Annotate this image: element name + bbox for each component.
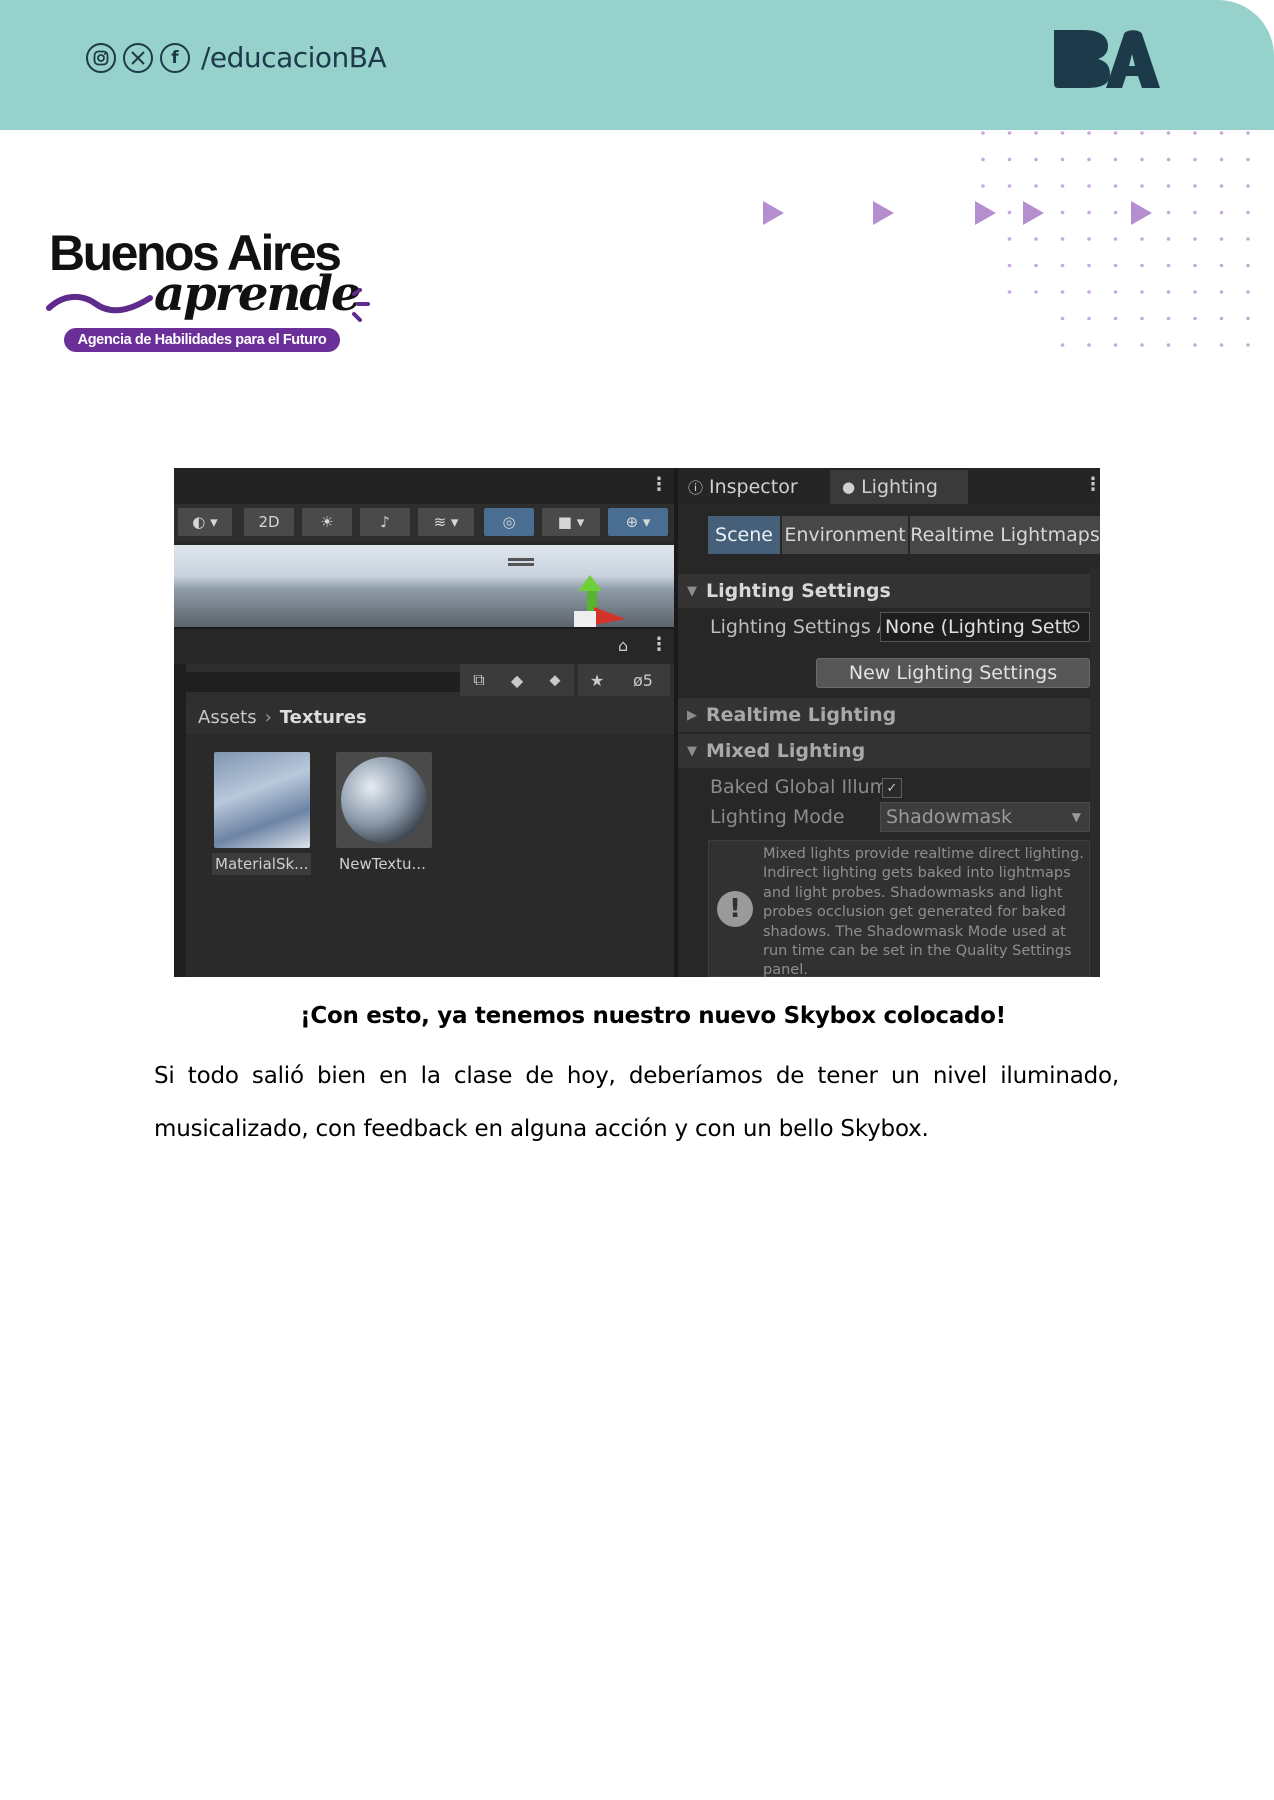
- lock-icon[interactable]: ⌂: [618, 636, 628, 655]
- scene-tab-bar: [174, 468, 674, 504]
- hidden-packages-icon[interactable]: ø5: [616, 664, 670, 696]
- x-twitter-icon[interactable]: [123, 42, 153, 73]
- inspector-scrollbar[interactable]: [1090, 568, 1100, 977]
- favorite-star-icon[interactable]: ★: [578, 664, 616, 696]
- lighting-mode-label: Lighting Mode: [710, 806, 845, 828]
- expand-triangle-icon: ▼: [687, 583, 697, 599]
- project-search-input[interactable]: [182, 672, 462, 692]
- section-lighting-settings[interactable]: ▼ Lighting Settings: [678, 574, 1090, 608]
- chevron-down-icon: ▼: [1071, 810, 1081, 824]
- lighting-settings-asset-field[interactable]: None (Lighting Sett: [880, 612, 1090, 642]
- breadcrumb-assets[interactable]: Assets: [198, 707, 257, 728]
- chevron-right-icon: ›: [264, 706, 272, 728]
- header-band: f /educacionBA: [0, 0, 1274, 130]
- decorative-triangle: [1131, 201, 1152, 225]
- expand-triangle-icon: ▼: [687, 743, 697, 759]
- lighting-settings-asset-value: None (Lighting Sett: [885, 616, 1070, 638]
- mode-2d-button[interactable]: 2D: [244, 508, 294, 536]
- scene-visibility-icon[interactable]: ◎: [484, 508, 534, 536]
- lighting-toggle-icon[interactable]: ☀: [302, 508, 352, 536]
- brand-tagline: Agencia de Habilidades para el Futuro: [64, 328, 340, 352]
- project-options-icon[interactable]: ⋮: [650, 634, 668, 655]
- buenos-aires-aprende-logo: Buenos Aires aprende Agencia de Habilida…: [46, 228, 391, 356]
- filter-type-icon[interactable]: ◆: [498, 664, 536, 696]
- info-icon: ⓘ: [688, 478, 704, 497]
- segment-environment[interactable]: Environment: [782, 516, 908, 554]
- more-options-icon[interactable]: ⋮: [650, 474, 668, 495]
- object-picker-icon[interactable]: ⊙: [1066, 616, 1081, 637]
- hidden-count: 5: [642, 670, 653, 690]
- tab-inspector-label: Inspector: [709, 476, 798, 498]
- social-links: f /educacionBA: [86, 41, 387, 74]
- lighting-mode-value: Shadowmask: [886, 806, 1013, 828]
- lightbulb-icon: ●: [842, 478, 856, 496]
- segment-realtime-lightmaps[interactable]: Realtime Lightmaps: [910, 516, 1100, 554]
- camera-dropdown-icon[interactable]: ■ ▾: [542, 508, 600, 536]
- tab-lighting[interactable]: ● Lighting: [830, 470, 968, 504]
- lighting-settings-asset-label: Lighting Settings A: [710, 616, 890, 638]
- brand-subtitle: aprende: [154, 266, 361, 322]
- closing-paragraph: Si todo salió bien en la clase de hoy, d…: [154, 1063, 1119, 1142]
- brand-rays-decoration: [352, 288, 370, 322]
- scene-toolbar: ◐ ▾ 2D ☀ ♪ ≋ ▾ ◎ ■ ▾ ⊕ ▾: [174, 504, 674, 542]
- social-handle[interactable]: /educacionBA: [201, 41, 387, 74]
- brand-swoosh-decoration: [46, 294, 153, 314]
- segment-scene[interactable]: Scene: [708, 516, 780, 554]
- filter-label-icon[interactable]: ⬥: [536, 664, 574, 696]
- lighting-options-icon[interactable]: ⋮: [1084, 474, 1100, 495]
- scene-viewport[interactable]: [174, 545, 674, 627]
- asset-name[interactable]: NewTextu...: [336, 853, 429, 875]
- tab-inspector[interactable]: ⓘ Inspector: [688, 470, 823, 504]
- asset-thumbnail-texture[interactable]: [336, 752, 432, 848]
- help-box: ! Mixed lights provide realtime direct l…: [708, 840, 1090, 977]
- ba-logo: [1054, 30, 1160, 88]
- inspector-tab-bar: ⓘ Inspector ● Lighting ⋮: [678, 468, 1100, 504]
- decorative-triangle: [873, 201, 894, 225]
- section-realtime-lighting[interactable]: ▶ Realtime Lighting: [678, 698, 1090, 732]
- decorative-triangle: [763, 201, 784, 225]
- warning-icon: !: [717, 891, 753, 927]
- tab-lighting-label: Lighting: [861, 476, 938, 498]
- asset-thumbnail-skybox-material[interactable]: [214, 752, 310, 848]
- asset-name[interactable]: MaterialSk...: [212, 853, 312, 875]
- decorative-triangle: [1023, 201, 1044, 225]
- lighting-mode-select[interactable]: Shadowmask ▼: [880, 802, 1090, 832]
- breadcrumb: Assets › Textures: [186, 700, 674, 734]
- add-to-favorites-icon[interactable]: ⧉: [460, 664, 498, 696]
- new-lighting-settings-button[interactable]: New Lighting Settings: [816, 658, 1090, 688]
- effects-dropdown-icon[interactable]: ≋ ▾: [418, 508, 474, 536]
- gizmos-dropdown-icon[interactable]: ⊕ ▾: [608, 508, 668, 536]
- audio-toggle-icon[interactable]: ♪: [360, 508, 410, 536]
- section-realtime-lighting-title: Realtime Lighting: [706, 704, 897, 726]
- decorative-triangle: [975, 201, 996, 225]
- shading-mode-dropdown[interactable]: ◐ ▾: [178, 508, 232, 536]
- screenshot-caption: ¡Con esto, ya tenemos nuestro nuevo Skyb…: [300, 1003, 1006, 1029]
- decorative-dot-grid: [981, 131, 1250, 347]
- section-mixed-lighting[interactable]: ▼ Mixed Lighting: [678, 734, 1090, 768]
- baked-global-illumination-checkbox[interactable]: ✓: [882, 778, 902, 798]
- breadcrumb-textures[interactable]: Textures: [280, 707, 367, 728]
- baked-global-illumination-label: Baked Global Illum: [710, 776, 889, 798]
- section-lighting-settings-title: Lighting Settings: [706, 580, 891, 602]
- section-mixed-lighting-title: Mixed Lighting: [706, 740, 866, 762]
- unity-editor-screenshot: ⋮ ◐ ▾ 2D ☀ ♪ ≋ ▾ ◎ ■ ▾ ⊕ ▾ ⋮ ⌂ ⧉ ◆ ⬥ ★ ø…: [174, 468, 1100, 977]
- facebook-icon[interactable]: f: [160, 42, 190, 73]
- instagram-icon[interactable]: [86, 42, 116, 73]
- help-box-text: Mixed lights provide realtime direct lig…: [763, 846, 1084, 977]
- collapsed-triangle-icon: ▶: [687, 707, 697, 723]
